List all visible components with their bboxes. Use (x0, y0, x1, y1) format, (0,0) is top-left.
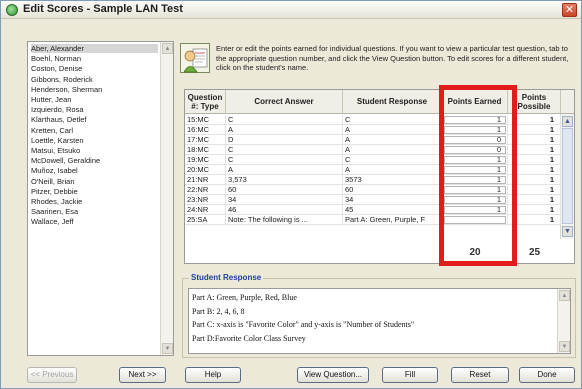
table-scrollbar[interactable]: ▲ ▼ (560, 114, 574, 239)
help-button[interactable]: Help (185, 367, 241, 383)
student-list-item[interactable]: O'Neill, Brian (31, 177, 75, 186)
previous-button[interactable]: << Previous (27, 367, 77, 383)
next-button[interactable]: Next >> (119, 367, 166, 383)
points-earned-highlight (439, 85, 517, 266)
response-line: Part D:Favorite Color Class Survey (192, 333, 306, 343)
student-list-scrollbar[interactable]: ▲ ▼ (160, 42, 173, 355)
scroll-down-icon[interactable]: ▼ (559, 341, 570, 352)
question-cell: 18:MC (185, 145, 226, 155)
window-title: Edit Scores - Sample LAN Test (23, 3, 183, 15)
student-list-item[interactable]: Boehl, Norman (31, 54, 81, 63)
title-bar: Edit Scores - Sample LAN Test ✕ (1, 1, 581, 19)
correct-answer-cell: C (226, 145, 343, 155)
question-cell: 24:NR (185, 205, 226, 215)
grade-book-icon (180, 43, 210, 73)
question-cell: 23:NR (185, 195, 226, 205)
scroll-up-icon[interactable]: ▲ (559, 290, 570, 301)
question-cell: 25:SA (185, 215, 226, 225)
question-cell: 19:MC (185, 155, 226, 165)
student-list-item[interactable]: Matsui, Etsuko (31, 146, 80, 155)
fill-button[interactable]: Fill (382, 367, 438, 383)
student-list-item[interactable]: Wallace, Jeff (31, 217, 74, 226)
header-correct-answer: Correct Answer (226, 90, 343, 114)
header-corner (561, 90, 574, 114)
response-line: Part C: x-axis is "Favorite Color" and y… (192, 320, 415, 329)
student-response-cell: A (343, 125, 442, 135)
student-list-item[interactable]: Hutter, Jean (31, 95, 71, 104)
student-list-item[interactable]: Saarinen, Esa (31, 207, 78, 216)
student-response-cell: 34 (343, 195, 442, 205)
student-response-cell: 45 (343, 205, 442, 215)
student-response-box[interactable]: ▲ ▼ Part A: Green, Purple, Red, Blue Part… (188, 288, 571, 354)
student-list-item[interactable]: Loettle, Karsten (31, 136, 84, 145)
instructions-text: Enter or edit the points earned for indi… (216, 44, 569, 72)
student-list-item[interactable]: Klarthaus, Detlef (31, 115, 86, 124)
student-response-cell: A (343, 135, 442, 145)
scroll-down-icon[interactable]: ▼ (562, 226, 573, 237)
scroll-thumb[interactable] (562, 128, 573, 224)
question-cell: 16:MC (185, 125, 226, 135)
student-response-cell: 3573 (343, 175, 442, 185)
edit-scores-window: Edit Scores - Sample LAN Test ✕ ▲ ▼ Aber… (0, 0, 582, 389)
student-response-cell: C (343, 155, 442, 165)
header-student-response: Student Response (343, 90, 442, 114)
student-list-item[interactable]: Izquierdo, Rosa (31, 105, 84, 114)
app-icon (6, 4, 18, 16)
student-list-item[interactable]: Kretten, Carl (31, 126, 73, 135)
question-cell: 17:MC (185, 135, 226, 145)
done-button[interactable]: Done (519, 367, 575, 383)
student-response-cell: Part A: Green, Purple, F (343, 215, 442, 225)
correct-answer-cell: 46 (226, 205, 343, 215)
question-cell: 15:MC (185, 115, 226, 125)
student-response-cell: C (343, 115, 442, 125)
correct-answer-cell: 60 (226, 185, 343, 195)
correct-answer-cell: A (226, 165, 343, 175)
question-cell: 22:NR (185, 185, 226, 195)
student-list-item[interactable]: Henderson, Sherman (31, 85, 102, 94)
correct-answer-cell: C (226, 115, 343, 125)
student-list-item[interactable]: Rhodes, Jackie (31, 197, 82, 206)
student-list-item[interactable]: Gibbons, Roderick (31, 75, 93, 84)
correct-answer-cell: A (226, 125, 343, 135)
student-response-title: Student Response (189, 273, 264, 282)
student-response-group: Student Response ▲ ▼ Part A: Green, Purp… (182, 273, 576, 358)
response-line: Part B: 2, 4, 6, 8 (192, 306, 245, 316)
correct-answer-cell: D (226, 135, 343, 145)
student-list-item[interactable]: Aber, Alexander (31, 44, 158, 53)
student-response-cell: A (343, 165, 442, 175)
student-response-cell: A (343, 145, 442, 155)
scroll-down-icon[interactable]: ▼ (162, 343, 173, 354)
student-list[interactable]: ▲ ▼ Aber, Alexander Boehl, Norman Coston, … (27, 41, 174, 356)
student-list-item[interactable]: Pitzer, Debbie (31, 187, 78, 196)
correct-answer-cell: C (226, 155, 343, 165)
scroll-up-icon[interactable]: ▲ (562, 116, 573, 127)
student-list-item[interactable]: Muñoz, Isabel (31, 166, 78, 175)
view-question-button[interactable]: View Question... (297, 367, 369, 383)
student-list-item[interactable]: Coston, Denise (31, 64, 82, 73)
student-list-item[interactable]: McDowell, Geraldine (31, 156, 100, 165)
question-cell: 21:NR (185, 175, 226, 185)
student-response-cell: 60 (343, 185, 442, 195)
reset-button[interactable]: Reset (451, 367, 509, 383)
correct-answer-cell: 34 (226, 195, 343, 205)
correct-answer-cell: Note: The following is ... (226, 215, 343, 225)
close-button[interactable]: ✕ (562, 3, 577, 17)
header-question: Question #: Type (185, 90, 226, 114)
scroll-up-icon[interactable]: ▲ (162, 43, 173, 54)
response-scrollbar[interactable]: ▲ ▼ (557, 289, 570, 353)
correct-answer-cell: 3,573 (226, 175, 343, 185)
question-cell: 20:MC (185, 165, 226, 175)
response-line: Part A: Green, Purple, Red, Blue (192, 293, 297, 302)
